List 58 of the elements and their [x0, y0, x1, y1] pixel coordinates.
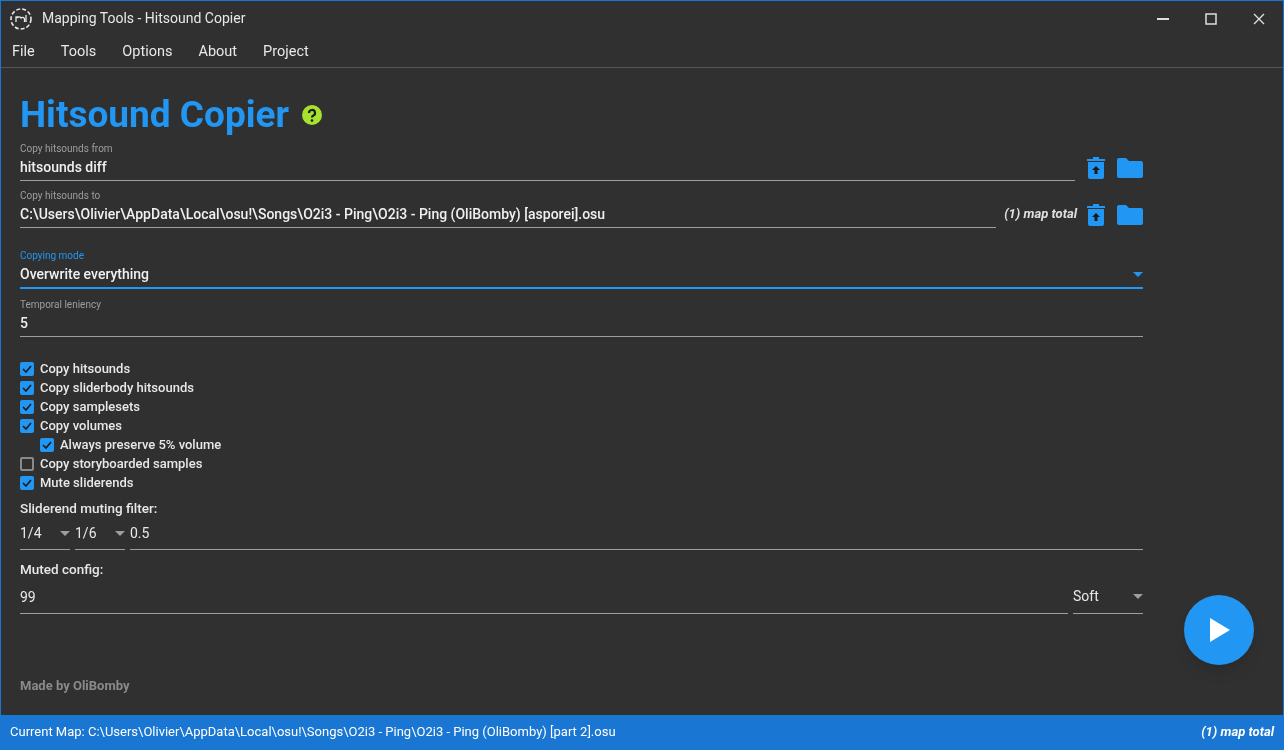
field-label: Temporal leniency [20, 299, 102, 311]
checkbox-label: Copy storyboarded samples [40, 454, 203, 473]
play-icon [1208, 618, 1230, 642]
page-heading: Hitsound Copier [20, 93, 290, 137]
trash-upload-icon[interactable] [1087, 157, 1105, 179]
menu-item[interactable]: About [198, 40, 238, 63]
section-label: Muted config: [20, 560, 105, 580]
muted-config-field[interactable]: 99 [20, 584, 1068, 614]
checkbox-label: Copy samplesets [40, 397, 140, 416]
source-field[interactable]: Copy hitsounds from hitsounds diff [20, 143, 1075, 181]
trash-upload-icon[interactable] [1087, 204, 1105, 226]
field-label: Copying mode [20, 250, 85, 262]
folder-icon[interactable] [1117, 205, 1143, 225]
checkbox[interactable] [20, 361, 34, 376]
checkbox-label: Mute sliderends [40, 473, 134, 492]
field-value: C:\Users\Olivier\AppData\Local\osu!\Songs\O2i3 - Ping\O2i3 - Ping (OliBomby) [asporei].osu [20, 205, 606, 223]
dropdown-caret-icon [1133, 271, 1143, 277]
temporal-leniency-field[interactable]: Temporal leniency 5 [20, 299, 1143, 337]
checkbox-label: Copy volumes [40, 416, 122, 435]
checkbox[interactable] [20, 456, 34, 471]
snap-dropdown[interactable]: 1/6 [75, 521, 125, 551]
menu-item[interactable]: Project [263, 40, 309, 63]
target-field[interactable]: Copy hitsounds to C:\Users\Olivier\AppData\Local\osu!\Songs\O2i3 - Ping\O2i3 - Ping (OliBomby) [asporei].osu [20, 190, 997, 228]
snap-dropdown[interactable]: 1/4 [20, 521, 70, 551]
checkbox[interactable] [20, 475, 34, 490]
menu-item[interactable]: Options [122, 40, 173, 63]
sampleset-dropdown[interactable]: Soft [1073, 584, 1143, 614]
credits-text: Made by OliBomby [20, 676, 131, 695]
field-label: Copy hitsounds to [20, 190, 102, 202]
map-count-label: (1) map total [1201, 723, 1274, 742]
folder-icon[interactable] [1117, 158, 1143, 178]
menu-item[interactable]: Tools [60, 40, 97, 63]
menu-item[interactable]: File [12, 40, 35, 63]
checkbox[interactable] [20, 418, 34, 433]
checkbox[interactable] [20, 380, 34, 395]
checkbox[interactable] [20, 399, 34, 414]
dropdown-caret-icon [60, 530, 70, 536]
checkbox-label: Always preserve 5% volume [60, 435, 222, 454]
dropdown-caret-icon [115, 530, 125, 536]
field-value: hitsounds diff [20, 158, 107, 176]
help-icon[interactable] [302, 105, 323, 125]
maximize-icon [1205, 12, 1217, 25]
field-label: Copy hitsounds from [20, 143, 114, 155]
close-icon [1253, 12, 1265, 25]
map-count-label: (1) map total [1004, 205, 1077, 224]
current-map-text: Current Map: C:\Users\Olivier\AppData\Local\osu!\Songs\O2i3 - Ping\O2i3 - Ping (OliBomby) [part 2].osu [10, 723, 616, 742]
checkbox-label: Copy sliderbody hitsounds [40, 378, 194, 397]
app-logo-icon [9, 6, 33, 31]
dropdown-caret-icon [1133, 594, 1143, 599]
window-title: Mapping Tools - Hitsound Copier [42, 9, 246, 28]
threshold-field[interactable]: 0.5 [130, 521, 1143, 551]
field-value: Overwrite everything [20, 265, 150, 283]
checkbox-label: Copy hitsounds [40, 359, 131, 378]
section-label: Sliderend muting filter: [20, 499, 159, 518]
minimize-icon [1157, 17, 1169, 20]
field-value: 5 [20, 314, 28, 332]
checkbox[interactable] [40, 437, 54, 452]
copying-mode-dropdown[interactable]: Copying mode Overwrite everything [20, 250, 1143, 289]
